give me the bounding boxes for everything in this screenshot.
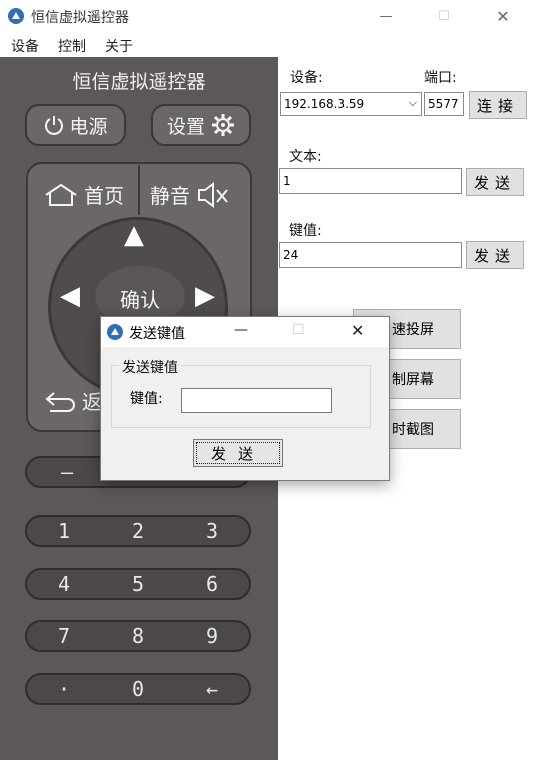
right-arrow-icon[interactable]: ▶: [195, 283, 215, 309]
left-arrow-icon[interactable]: ◀: [60, 283, 80, 309]
dialog-minimize-button[interactable]: —: [234, 322, 248, 338]
connect-button[interactable]: 连接: [469, 91, 527, 119]
keypad-row-1: 1 2 3: [25, 515, 251, 547]
chevron-down-icon: ⌵: [408, 96, 417, 109]
send-text-button[interactable]: 发送: [466, 168, 524, 196]
power-button[interactable]: 电源: [25, 104, 126, 146]
key-4[interactable]: 4: [27, 572, 101, 596]
port-label: 端口:: [424, 70, 457, 86]
dialog-key-label: 键值:: [130, 391, 163, 407]
remote-title: 恒信虚拟遥控器: [72, 71, 206, 93]
dialog-app-icon: [107, 324, 123, 340]
send-key-button[interactable]: 发送: [466, 241, 524, 269]
dialog-title: 发送键值: [129, 326, 185, 342]
back-label: 返: [82, 390, 102, 414]
power-label: 电源: [69, 115, 108, 138]
key-6[interactable]: 6: [175, 572, 249, 596]
dialog-group-title: 发送键值: [119, 357, 181, 377]
key-9[interactable]: 9: [175, 624, 249, 648]
volume-down-button[interactable]: —: [27, 460, 107, 484]
key-8[interactable]: 8: [101, 624, 175, 648]
up-arrow-icon[interactable]: ▲: [124, 222, 144, 248]
key-7[interactable]: 7: [27, 624, 101, 648]
ok-label: 确认: [120, 288, 160, 312]
settings-button[interactable]: 设置: [151, 104, 251, 146]
app-icon: [8, 8, 24, 24]
dialog-key-input[interactable]: [181, 388, 332, 413]
port-input[interactable]: 5577: [424, 92, 464, 116]
dialog-maximize-button[interactable]: ☐: [292, 322, 305, 338]
key-dot[interactable]: ·: [27, 677, 101, 701]
close-button[interactable]: ✕: [480, 0, 526, 32]
keypad-row-4: · 0 ←: [25, 673, 251, 705]
home-icon: [45, 183, 77, 206]
home-button[interactable]: 首页: [44, 180, 124, 209]
back-button[interactable]: 返: [44, 386, 102, 415]
menu-control[interactable]: 控制: [58, 36, 86, 56]
gear-icon: [212, 114, 234, 136]
maximize-button[interactable]: ☐: [421, 0, 467, 32]
device-label: 设备:: [290, 70, 323, 86]
menu-device[interactable]: 设备: [11, 36, 39, 56]
mute-button[interactable]: 静音: [150, 180, 230, 209]
mute-label: 静音: [150, 184, 190, 208]
nav-divider: [138, 165, 140, 215]
key-backspace[interactable]: ←: [175, 677, 249, 701]
keypad-row-2: 4 5 6: [25, 568, 251, 600]
menu-about[interactable]: 关于: [105, 36, 133, 56]
device-value: 192.168.3.59: [284, 97, 365, 111]
key-label: 键值:: [289, 223, 322, 239]
window-title: 恒信虚拟遥控器: [31, 10, 129, 26]
text-input[interactable]: 1: [279, 168, 462, 194]
key-0[interactable]: 0: [101, 677, 175, 701]
minimize-button[interactable]: —: [363, 0, 409, 32]
key-input[interactable]: 24: [279, 242, 462, 268]
key-1[interactable]: 1: [27, 519, 101, 543]
home-label: 首页: [84, 184, 124, 208]
settings-label: 设置: [166, 115, 205, 138]
key-5[interactable]: 5: [101, 572, 175, 596]
text-label: 文本:: [289, 149, 322, 165]
dialog-close-button[interactable]: ✕: [351, 321, 364, 340]
mute-icon: [198, 181, 228, 208]
dialog-send-button[interactable]: 发送: [193, 439, 283, 467]
keypad-row-3: 7 8 9: [25, 620, 251, 652]
power-icon: [45, 116, 64, 135]
key-3[interactable]: 3: [175, 519, 249, 543]
key-2[interactable]: 2: [101, 519, 175, 543]
back-icon: [45, 391, 75, 412]
device-select[interactable]: 192.168.3.59 ⌵: [280, 92, 422, 116]
